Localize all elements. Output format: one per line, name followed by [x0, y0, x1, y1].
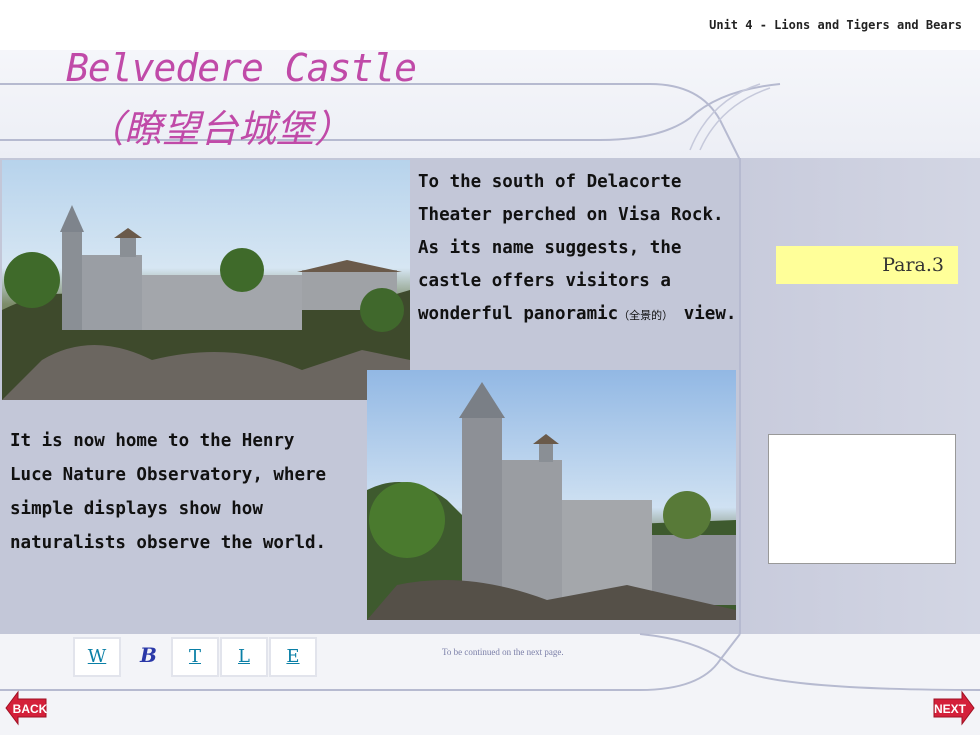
continued-note: To be continued on the next page.: [442, 647, 564, 657]
back-arrow-icon: BACK: [5, 690, 48, 726]
castle-photo-1: [2, 160, 410, 400]
paragraph-top-line: wonderful panoramic（全景的） view.: [418, 298, 736, 332]
panoramic-word: wonderful panoramic: [418, 304, 619, 324]
next-arrow-icon: NEXT: [933, 690, 975, 726]
castle-photo-2: [367, 370, 736, 620]
nav-link-e[interactable]: E: [269, 637, 317, 677]
para-label-box: Para.3: [776, 246, 958, 284]
blank-panel: [768, 434, 956, 564]
paragraph-bottom-line: simple displays show how: [10, 499, 263, 519]
paragraph-top-line: As its name suggests, the: [418, 238, 682, 258]
paragraph-bottom-line: It is now home to the Henry: [10, 431, 295, 451]
paragraph-top-line: castle offers visitors a: [418, 271, 671, 291]
paragraph-bottom: It is now home to the Henry Luce Nature …: [10, 424, 326, 560]
next-label: NEXT: [934, 702, 967, 716]
next-button[interactable]: NEXT: [932, 688, 976, 728]
view-word: view.: [673, 304, 737, 324]
back-label: BACK: [13, 702, 48, 716]
back-button[interactable]: BACK: [4, 688, 48, 728]
nav-link-b[interactable]: B: [140, 643, 157, 667]
paragraph-top: To the south of Delacorte Theater perche…: [418, 166, 736, 332]
nav-link-t[interactable]: T: [171, 637, 219, 677]
nav-link-w[interactable]: W: [73, 637, 121, 677]
paragraph-bottom-line: naturalists observe the world.: [10, 533, 327, 553]
page-subtitle: （瞭望台城堡）: [86, 107, 353, 151]
para-label: Para.3: [882, 254, 944, 276]
chinese-gloss: （全景的）: [618, 309, 674, 322]
slide: Unit 4 - Lions and Tigers and Bears Belv…: [0, 0, 980, 735]
paragraph-bottom-line: Luce Nature Observatory, where: [10, 465, 327, 485]
paragraph-top-line: To the south of Delacorte: [418, 172, 682, 192]
paragraph-top-line: Theater perched on Visa Rock.: [418, 205, 724, 225]
page-title: Belvedere Castle: [66, 46, 417, 90]
nav-link-l[interactable]: L: [220, 637, 268, 677]
